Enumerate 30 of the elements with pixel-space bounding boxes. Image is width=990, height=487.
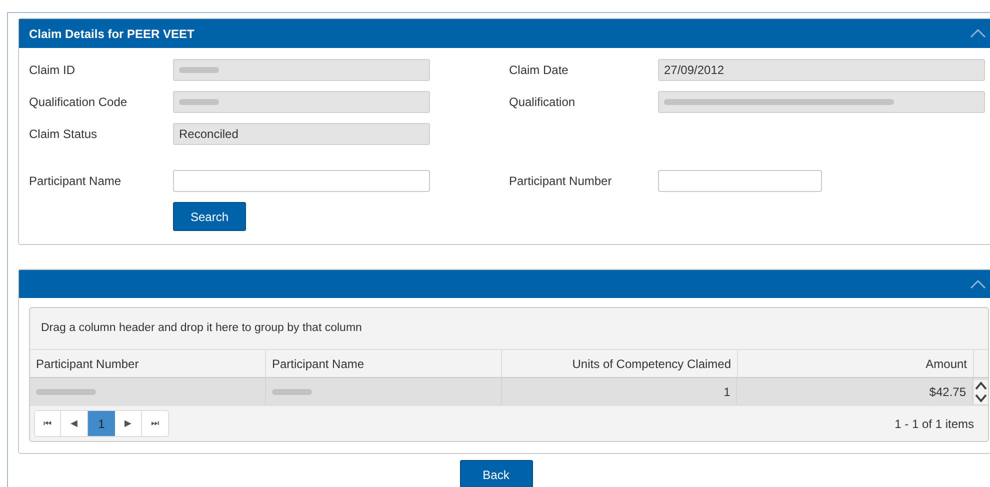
next-page-button[interactable]: ▶ (115, 411, 142, 436)
page-button[interactable]: 1 (88, 411, 115, 436)
field-label: Participant Name (29, 173, 122, 190)
blurred-text-icon (36, 388, 96, 396)
field-label: Qualification Code (29, 94, 128, 111)
field-label: Participant Number (509, 173, 613, 190)
field-label: Claim ID (29, 62, 76, 79)
last-page-button[interactable]: ⏭ (142, 411, 168, 436)
input-field[interactable] (173, 170, 430, 192)
scroll-arrows-icon[interactable] (974, 380, 988, 404)
panel-title: Claim Details for PEER VEET (29, 26, 194, 42)
first-page-button[interactable]: ⏮ (35, 411, 61, 436)
blurred-text-icon (272, 388, 312, 396)
collapse-icon[interactable] (970, 280, 986, 288)
field-label: Qualification (509, 94, 576, 111)
back-button[interactable]: Back (460, 460, 532, 487)
field-label: Claim Date (509, 62, 570, 79)
blurred-text-icon (179, 66, 219, 74)
field-label: Claim Status (29, 126, 98, 143)
read-only-field: Reconciled (173, 123, 430, 145)
blurred-text-icon (179, 98, 219, 106)
item-count: 1 - 1 of 1 items (894, 416, 974, 432)
input-field[interactable] (658, 170, 822, 192)
blurred-text-icon (664, 98, 894, 106)
group-hint: Drag a column header and drop it here to group by that column (41, 320, 362, 336)
search-button[interactable]: Search (173, 202, 246, 231)
collapse-icon[interactable] (970, 29, 986, 38)
table-cell: 1 (502, 378, 738, 405)
read-only-field: 27/09/2012 (658, 59, 985, 81)
table-cell: $42.75 (737, 378, 973, 405)
